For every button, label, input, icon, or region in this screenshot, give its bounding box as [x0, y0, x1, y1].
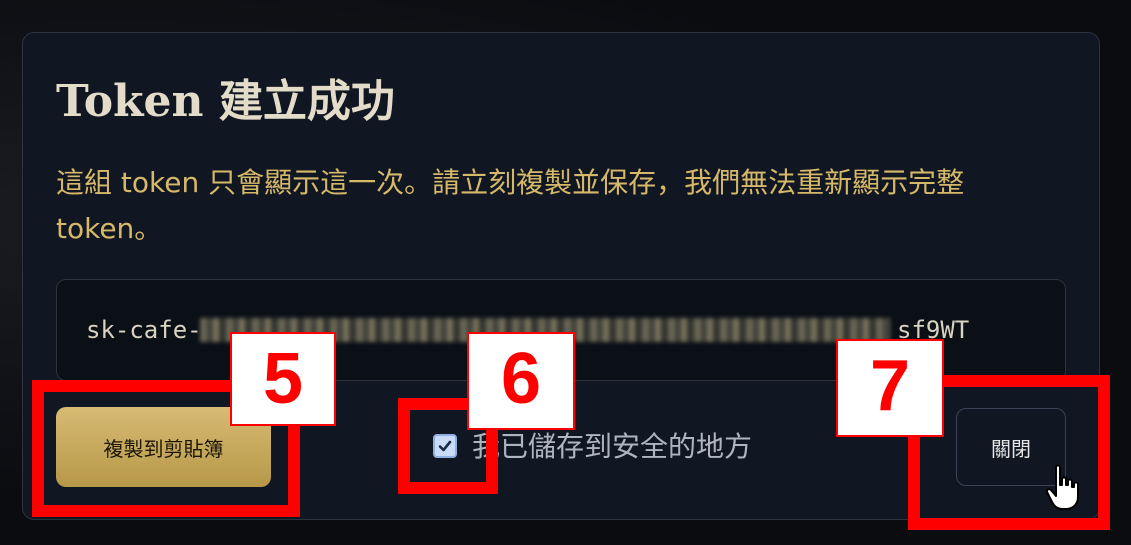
token-prefix: sk-cafe- [86, 316, 202, 344]
dialog-title: Token 建立成功 [56, 76, 395, 127]
dialog-description: 這組 token 只會顯示這一次。請立刻複製並保存，我們無法重新顯示完整 tok… [56, 166, 965, 245]
step-marker-7: 7 [836, 339, 944, 437]
step-marker-6: 6 [467, 332, 575, 430]
hand-pointer-cursor-icon [1045, 464, 1079, 510]
saved-confirmation-label[interactable]: 我已儲存到安全的地方 [472, 429, 752, 465]
step-marker-5: 5 [230, 332, 336, 426]
